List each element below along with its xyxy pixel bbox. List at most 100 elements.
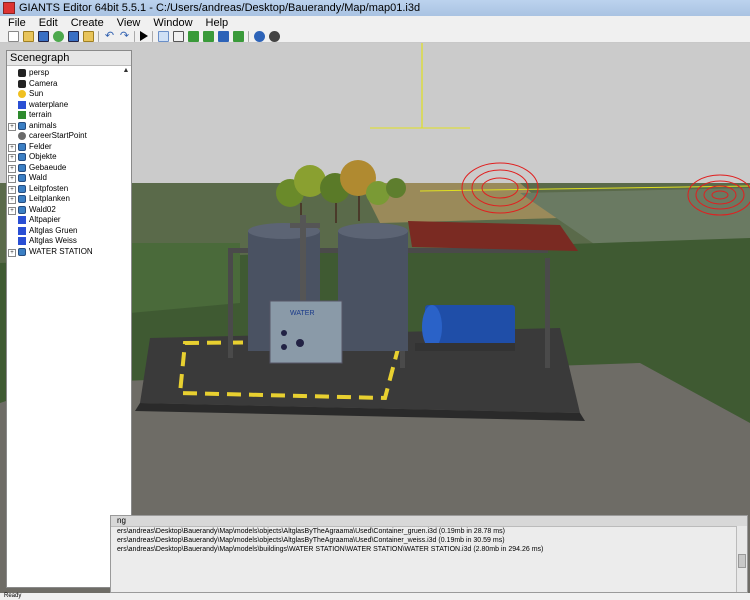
open-icon[interactable] xyxy=(23,30,34,42)
menu-create[interactable]: Create xyxy=(63,17,109,29)
log-line: ers\andreas\Desktop\Bauerandy\Map\models… xyxy=(117,537,505,544)
paint-icon[interactable] xyxy=(188,30,199,42)
magnet-icon[interactable] xyxy=(173,30,184,42)
expand-icon[interactable]: + xyxy=(8,175,16,183)
tree-node-altglas-weiss[interactable]: Altglas Weiss xyxy=(7,236,131,247)
roof xyxy=(408,221,578,251)
expand-icon[interactable]: + xyxy=(8,143,16,152)
log-scroll-thumb[interactable] xyxy=(738,554,746,568)
cube-icon xyxy=(18,100,26,109)
foliage-icon[interactable] xyxy=(218,30,229,42)
undo-icon[interactable]: ↶ xyxy=(104,30,115,42)
app-icon xyxy=(3,2,15,14)
terrain-icon xyxy=(18,111,26,120)
redo-icon[interactable]: ↷ xyxy=(119,30,130,42)
expand-icon[interactable]: + xyxy=(8,196,16,204)
status-text: Ready xyxy=(4,593,22,599)
menu-view[interactable]: View xyxy=(109,17,146,29)
group-icon xyxy=(18,121,26,130)
tree-node-leitplanken[interactable]: + Leitplanken xyxy=(7,194,131,205)
terrain-icon[interactable] xyxy=(203,30,214,42)
tree-node-label: Altglas Gruen xyxy=(29,225,78,235)
play-icon[interactable] xyxy=(140,31,148,41)
tree-node-careerstartpoint[interactable]: careerStartPoint xyxy=(7,131,131,142)
toolbar-separator xyxy=(98,30,99,42)
camera-icon xyxy=(18,79,26,88)
control-box: WATER xyxy=(269,300,343,364)
menu-file[interactable]: File xyxy=(0,17,31,29)
tree-node-label: Leitpfosten xyxy=(29,183,69,193)
tree-node-sun[interactable]: Sun xyxy=(7,89,131,100)
tree-node-label: animals xyxy=(29,120,57,130)
expand-icon[interactable]: + xyxy=(8,154,16,162)
window-title: GIANTS Editor 64bit 5.5.1 - C:/Users/and… xyxy=(19,2,421,14)
reload-icon[interactable] xyxy=(53,30,64,42)
pump xyxy=(415,305,515,351)
toolbar: ↶ ↷ xyxy=(0,30,750,43)
save-icon[interactable] xyxy=(38,30,49,42)
tree-node-objekte[interactable]: + Objekte xyxy=(7,152,131,163)
tree-node-label: Altpapier xyxy=(29,215,61,224)
toolbar-separator xyxy=(248,30,249,42)
menu-help[interactable]: Help xyxy=(198,17,234,29)
group-icon xyxy=(18,184,26,193)
group-icon xyxy=(18,205,26,214)
settings-icon[interactable] xyxy=(254,30,265,42)
expand-icon[interactable]: + xyxy=(8,206,16,215)
tree-node-label: Wald02 xyxy=(29,204,56,214)
new-icon[interactable] xyxy=(8,30,19,42)
group-icon xyxy=(18,163,26,172)
group-icon xyxy=(18,142,26,151)
log-line: ers\andreas\Desktop\Bauerandy\Map\models… xyxy=(117,528,505,535)
tree-node-label: terrain xyxy=(29,110,52,119)
tree-node-label: Objekte xyxy=(29,152,57,161)
scenegraph-tree: persp Camera Sun waterplane terrain + animals c… xyxy=(7,66,131,257)
tree-node-animals[interactable]: + animals xyxy=(7,121,131,132)
camera-icon[interactable] xyxy=(269,30,280,42)
tree-node-wald[interactable]: + Wald xyxy=(7,173,131,184)
tree-node-water-station[interactable]: + WATER STATION xyxy=(7,247,131,258)
scenegraph-title: Scenegraph xyxy=(7,51,131,66)
expand-icon[interactable]: + xyxy=(8,164,16,173)
log-panel: ng ers\andreas\Desktop\Bauerandy\Map\mod… xyxy=(110,515,748,593)
log-scrollbar[interactable] xyxy=(736,526,747,592)
tree-node-waterplane[interactable]: waterplane xyxy=(7,100,131,111)
title-bar: GIANTS Editor 64bit 5.5.1 - C:/Users/and… xyxy=(0,0,750,16)
tree-node-gebaeude[interactable]: + Gebaeude xyxy=(7,163,131,174)
menu-window[interactable]: Window xyxy=(145,17,197,29)
menu-edit[interactable]: Edit xyxy=(31,17,63,29)
expand-icon[interactable]: + xyxy=(8,248,16,257)
select-icon[interactable] xyxy=(158,30,169,42)
tree-node-terrain[interactable]: terrain xyxy=(7,110,131,121)
transform-icon xyxy=(18,132,26,141)
expand-icon[interactable]: + xyxy=(8,122,16,131)
group-icon xyxy=(18,174,26,183)
cube-icon xyxy=(18,237,26,246)
expand-icon[interactable]: + xyxy=(8,185,16,194)
tree-node-wald02[interactable]: + Wald02 xyxy=(7,205,131,216)
import-icon[interactable] xyxy=(83,30,94,42)
tree-node-label: Gebaeude xyxy=(29,162,67,172)
camera-icon xyxy=(18,69,26,78)
status-bar: Ready xyxy=(0,593,750,600)
tree-node-label: WATER STATION xyxy=(29,246,93,256)
toolbar-separator xyxy=(152,30,153,42)
tree-node-label: Altglas Weiss xyxy=(29,236,77,245)
tree-node-camera[interactable]: Camera xyxy=(7,79,131,90)
scenegraph-panel: Scenegraph ▲ persp Camera Sun waterplane ter… xyxy=(6,50,132,588)
light-icon xyxy=(18,90,26,99)
tree-node-felder[interactable]: + Felder xyxy=(7,142,131,153)
tree-node-altglas-gruen[interactable]: Altglas Gruen xyxy=(7,226,131,237)
tree-node-altpapier[interactable]: Altpapier xyxy=(7,215,131,226)
export-icon[interactable] xyxy=(68,30,79,42)
tree-node-leitpfosten[interactable]: + Leitpfosten xyxy=(7,184,131,195)
tree-node-label: Felder xyxy=(29,141,52,151)
grass-patch xyxy=(130,243,240,313)
tree-node-persp[interactable]: persp xyxy=(7,68,131,79)
decal-icon[interactable] xyxy=(233,30,244,42)
log-title: ng xyxy=(111,516,747,527)
tree-node-label: Wald xyxy=(29,173,47,182)
tree-node-label: persp xyxy=(29,68,50,77)
tree-node-label: Camera xyxy=(29,78,58,88)
cube-icon xyxy=(18,226,26,235)
